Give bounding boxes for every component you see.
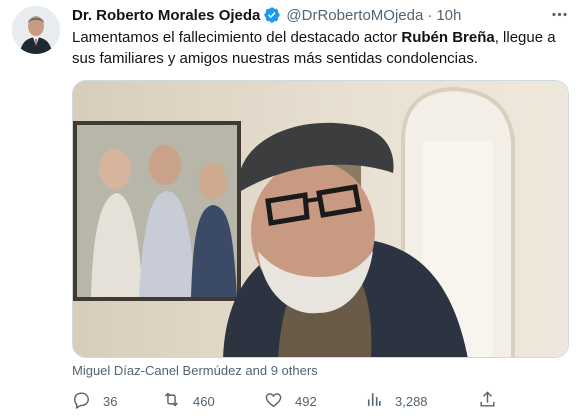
retweet-count: 460 [193,393,215,409]
share-icon [478,390,497,412]
separator-dot: · [427,6,433,24]
tagged-users[interactable]: Miguel Díaz-Canel Bermúdez and 9 others [72,363,318,378]
tweet-header: Dr. Roberto Morales Ojeda @DrRobertoMOje… [72,5,461,25]
like-button[interactable]: 492 [264,390,317,412]
tweet-text-part1: Lamentamos el fallecimiento del destacad… [72,29,402,46]
more-icon[interactable] [546,3,572,25]
views-button[interactable]: 3,288 [364,390,428,412]
reply-icon [72,390,91,412]
views-icon [364,390,383,412]
tweet-text: Lamentamos el fallecimiento del destacad… [72,27,572,69]
tweet-text-mention-bold: Rubén Breña [401,29,495,46]
share-button[interactable] [478,390,497,412]
author-name[interactable]: Dr. Roberto Morales Ojeda [72,7,260,24]
like-count: 492 [295,393,317,409]
retweet-icon [162,390,181,412]
reply-button[interactable]: 36 [72,390,117,412]
tweet-image[interactable] [72,80,569,358]
tweet[interactable]: Dr. Roberto Morales Ojeda @DrRobertoMOje… [0,0,584,420]
action-bar: 36 460 492 3,288 [66,390,506,412]
views-count: 3,288 [395,393,428,409]
timestamp[interactable]: 10h [436,7,461,24]
author-handle[interactable]: @DrRobertoMOjeda [286,7,423,24]
retweet-button[interactable]: 460 [162,390,215,412]
avatar[interactable] [12,6,60,54]
like-icon [264,390,283,412]
reply-count: 36 [103,393,118,409]
verified-badge-icon [263,6,281,24]
